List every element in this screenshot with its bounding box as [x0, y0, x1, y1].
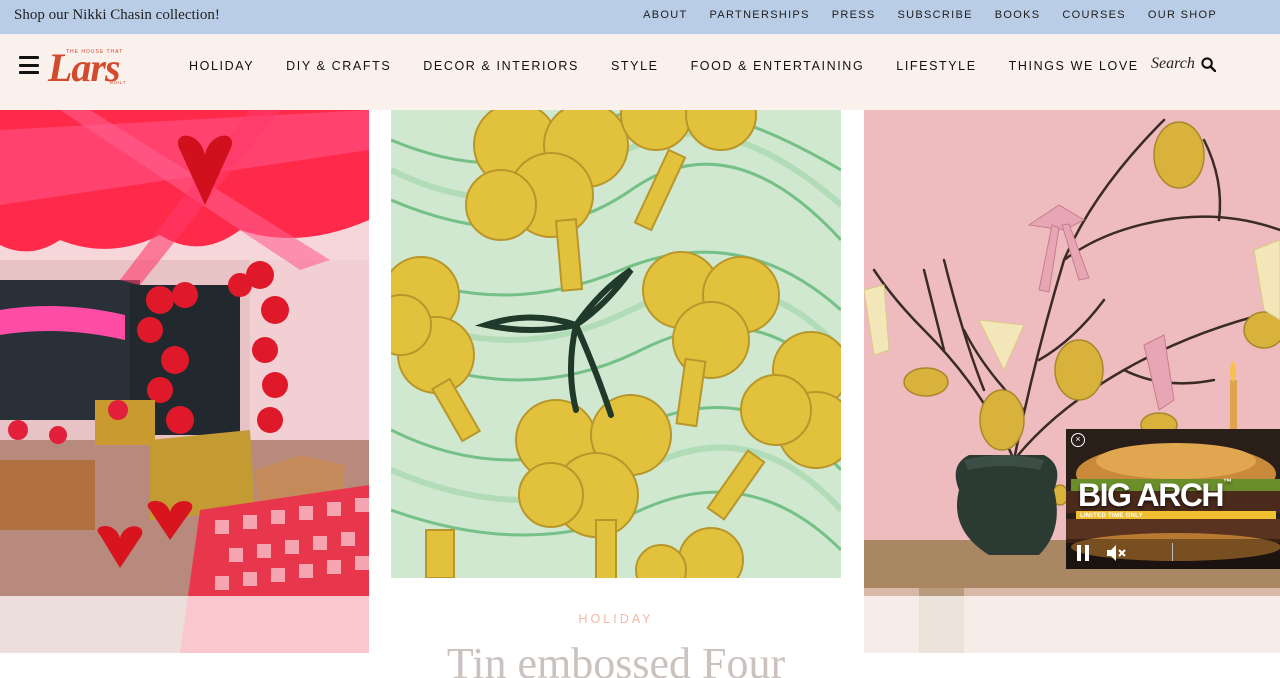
ad-controls — [1066, 539, 1280, 569]
search-button[interactable]: Search — [1151, 55, 1216, 73]
utility-link-about[interactable]: ABOUT — [643, 9, 687, 21]
site-logo[interactable]: Lars THE HOUSE THAT BUILT — [48, 47, 128, 89]
nav-item-holiday[interactable]: HOLIDAY — [189, 59, 254, 73]
nav-item-things-we-love[interactable]: THINGS WE LOVE — [1009, 59, 1139, 73]
video-ad[interactable]: × BIG ARCH™ LIMITED TIME ONLY — [1066, 429, 1280, 569]
nav-item-lifestyle[interactable]: LIFESTYLE — [896, 59, 976, 73]
post-headline[interactable]: Tin embossed Four — [0, 638, 1232, 678]
site-header: Lars THE HOUSE THAT BUILT HOLIDAY DIY & … — [0, 34, 1280, 110]
pause-icon[interactable] — [1076, 545, 1090, 561]
mute-icon[interactable] — [1106, 544, 1126, 562]
utility-link-subscribe[interactable]: SUBSCRIBE — [898, 9, 973, 21]
ad-progress-divider — [1172, 543, 1173, 561]
post-image-easter-branches[interactable] — [864, 110, 1280, 653]
logo-tagline-top: THE HOUSE THAT — [66, 49, 124, 55]
post-image-party-room[interactable] — [0, 110, 369, 653]
ad-subtext: LIMITED TIME ONLY — [1080, 513, 1143, 519]
main-nav: HOLIDAY DIY & CRAFTS DECOR & INTERIORS S… — [189, 59, 1171, 73]
utility-link-our-shop[interactable]: OUR SHOP — [1148, 9, 1217, 21]
nav-item-food-entertaining[interactable]: FOOD & ENTERTAINING — [691, 59, 865, 73]
logo-tagline-bottom: BUILT — [110, 80, 127, 85]
utility-link-books[interactable]: BOOKS — [995, 9, 1041, 21]
ad-close-button[interactable]: × — [1071, 433, 1085, 447]
search-label: Search — [1151, 55, 1195, 72]
utility-nav: ABOUT PARTNERSHIPS PRESS SUBSCRIBE BOOKS… — [621, 9, 1217, 21]
utility-link-courses[interactable]: COURSES — [1062, 9, 1126, 21]
nav-item-style[interactable]: STYLE — [611, 59, 659, 73]
nav-item-decor-interiors[interactable]: DECOR & INTERIORS — [423, 59, 579, 73]
search-icon — [1201, 56, 1216, 72]
nav-item-diy-crafts[interactable]: DIY & CRAFTS — [286, 59, 391, 73]
post-image-tin-shamrocks[interactable] — [391, 110, 841, 578]
utility-link-partnerships[interactable]: PARTNERSHIPS — [710, 9, 810, 21]
ad-headline: BIG ARCH™ — [1078, 477, 1232, 513]
post-category[interactable]: HOLIDAY — [0, 612, 1232, 626]
utility-link-press[interactable]: PRESS — [832, 9, 876, 21]
menu-icon[interactable] — [19, 56, 39, 74]
promo-link[interactable]: Shop our Nikki Chasin collection! — [14, 7, 220, 24]
promo-bar: Shop our Nikki Chasin collection! ABOUT … — [0, 0, 1280, 34]
